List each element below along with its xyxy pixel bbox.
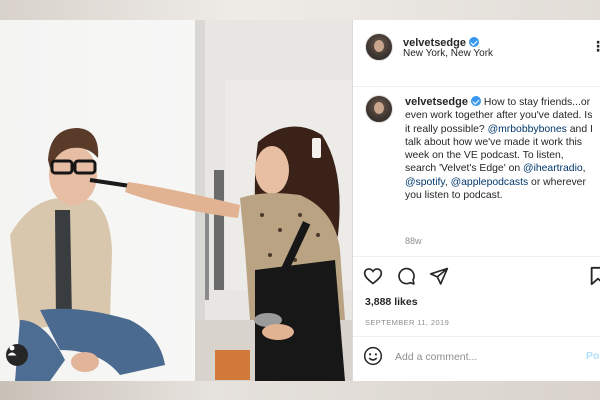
post-photo[interactable]	[0, 20, 352, 381]
share-icon[interactable]	[429, 266, 449, 291]
likes-count[interactable]: 3,888 likes	[365, 296, 418, 308]
background-bottom	[0, 381, 600, 400]
caption-username[interactable]: velvetsedge	[405, 96, 468, 108]
caption-separator: ,	[582, 163, 586, 175]
heart-icon[interactable]	[363, 266, 383, 291]
post-side-panel: velvetsedge New York, New York ⋮ velvets…	[353, 20, 600, 381]
background-top	[0, 0, 600, 20]
actions-divider	[353, 256, 600, 257]
instagram-post: velvetsedge New York, New York ⋮ velvets…	[0, 20, 600, 381]
mention-link[interactable]: @mrbobbybones	[488, 124, 567, 135]
bookmark-icon[interactable]	[589, 266, 600, 291]
time-ago[interactable]: 88w	[405, 236, 422, 246]
verified-badge-icon	[468, 37, 479, 47]
emoji-icon[interactable]	[363, 346, 383, 371]
mention-link[interactable]: @iheartradio	[523, 163, 583, 174]
caption-avatar[interactable]	[365, 95, 393, 123]
photo-illustration	[10, 20, 352, 381]
mention-link[interactable]: @applepodcasts	[451, 177, 529, 188]
user-tag-icon[interactable]	[6, 344, 28, 366]
post-date: SEPTEMBER 11, 2019	[365, 318, 450, 327]
caption-verified-badge-icon	[470, 96, 481, 106]
post-comment-button[interactable]: Post	[586, 350, 600, 362]
location[interactable]: New York, New York	[403, 48, 493, 59]
avatar[interactable]	[365, 33, 393, 61]
caption-text: velvetsedge How to stay friends...or eve…	[405, 96, 595, 202]
mention-link[interactable]: @spotify	[405, 177, 445, 188]
comment-input[interactable]	[395, 348, 575, 366]
comment-divider	[353, 336, 600, 337]
post-header: velvetsedge New York, New York ⋮	[353, 20, 600, 87]
comment-icon[interactable]	[396, 266, 416, 291]
more-options-icon[interactable]: ⋮	[591, 38, 600, 55]
